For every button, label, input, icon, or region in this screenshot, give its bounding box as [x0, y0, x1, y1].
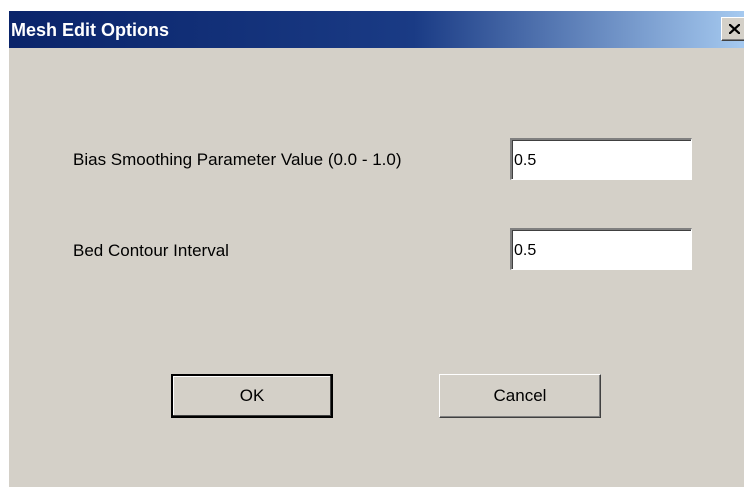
- mesh-edit-options-dialog: Mesh Edit Options Bias Smoothing Paramet…: [8, 10, 744, 487]
- bias-smoothing-label: Bias Smoothing Parameter Value (0.0 - 1.…: [73, 150, 402, 169]
- dialog-title: Mesh Edit Options: [11, 20, 170, 40]
- bed-contour-input[interactable]: [510, 228, 692, 270]
- title-bar[interactable]: Mesh Edit Options: [9, 11, 744, 48]
- close-icon: [729, 24, 740, 34]
- close-button[interactable]: [721, 17, 744, 41]
- bed-contour-label: Bed Contour Interval: [73, 241, 229, 260]
- cancel-button[interactable]: Cancel: [439, 374, 601, 418]
- bias-smoothing-input[interactable]: [510, 138, 692, 180]
- ok-button[interactable]: OK: [171, 374, 333, 418]
